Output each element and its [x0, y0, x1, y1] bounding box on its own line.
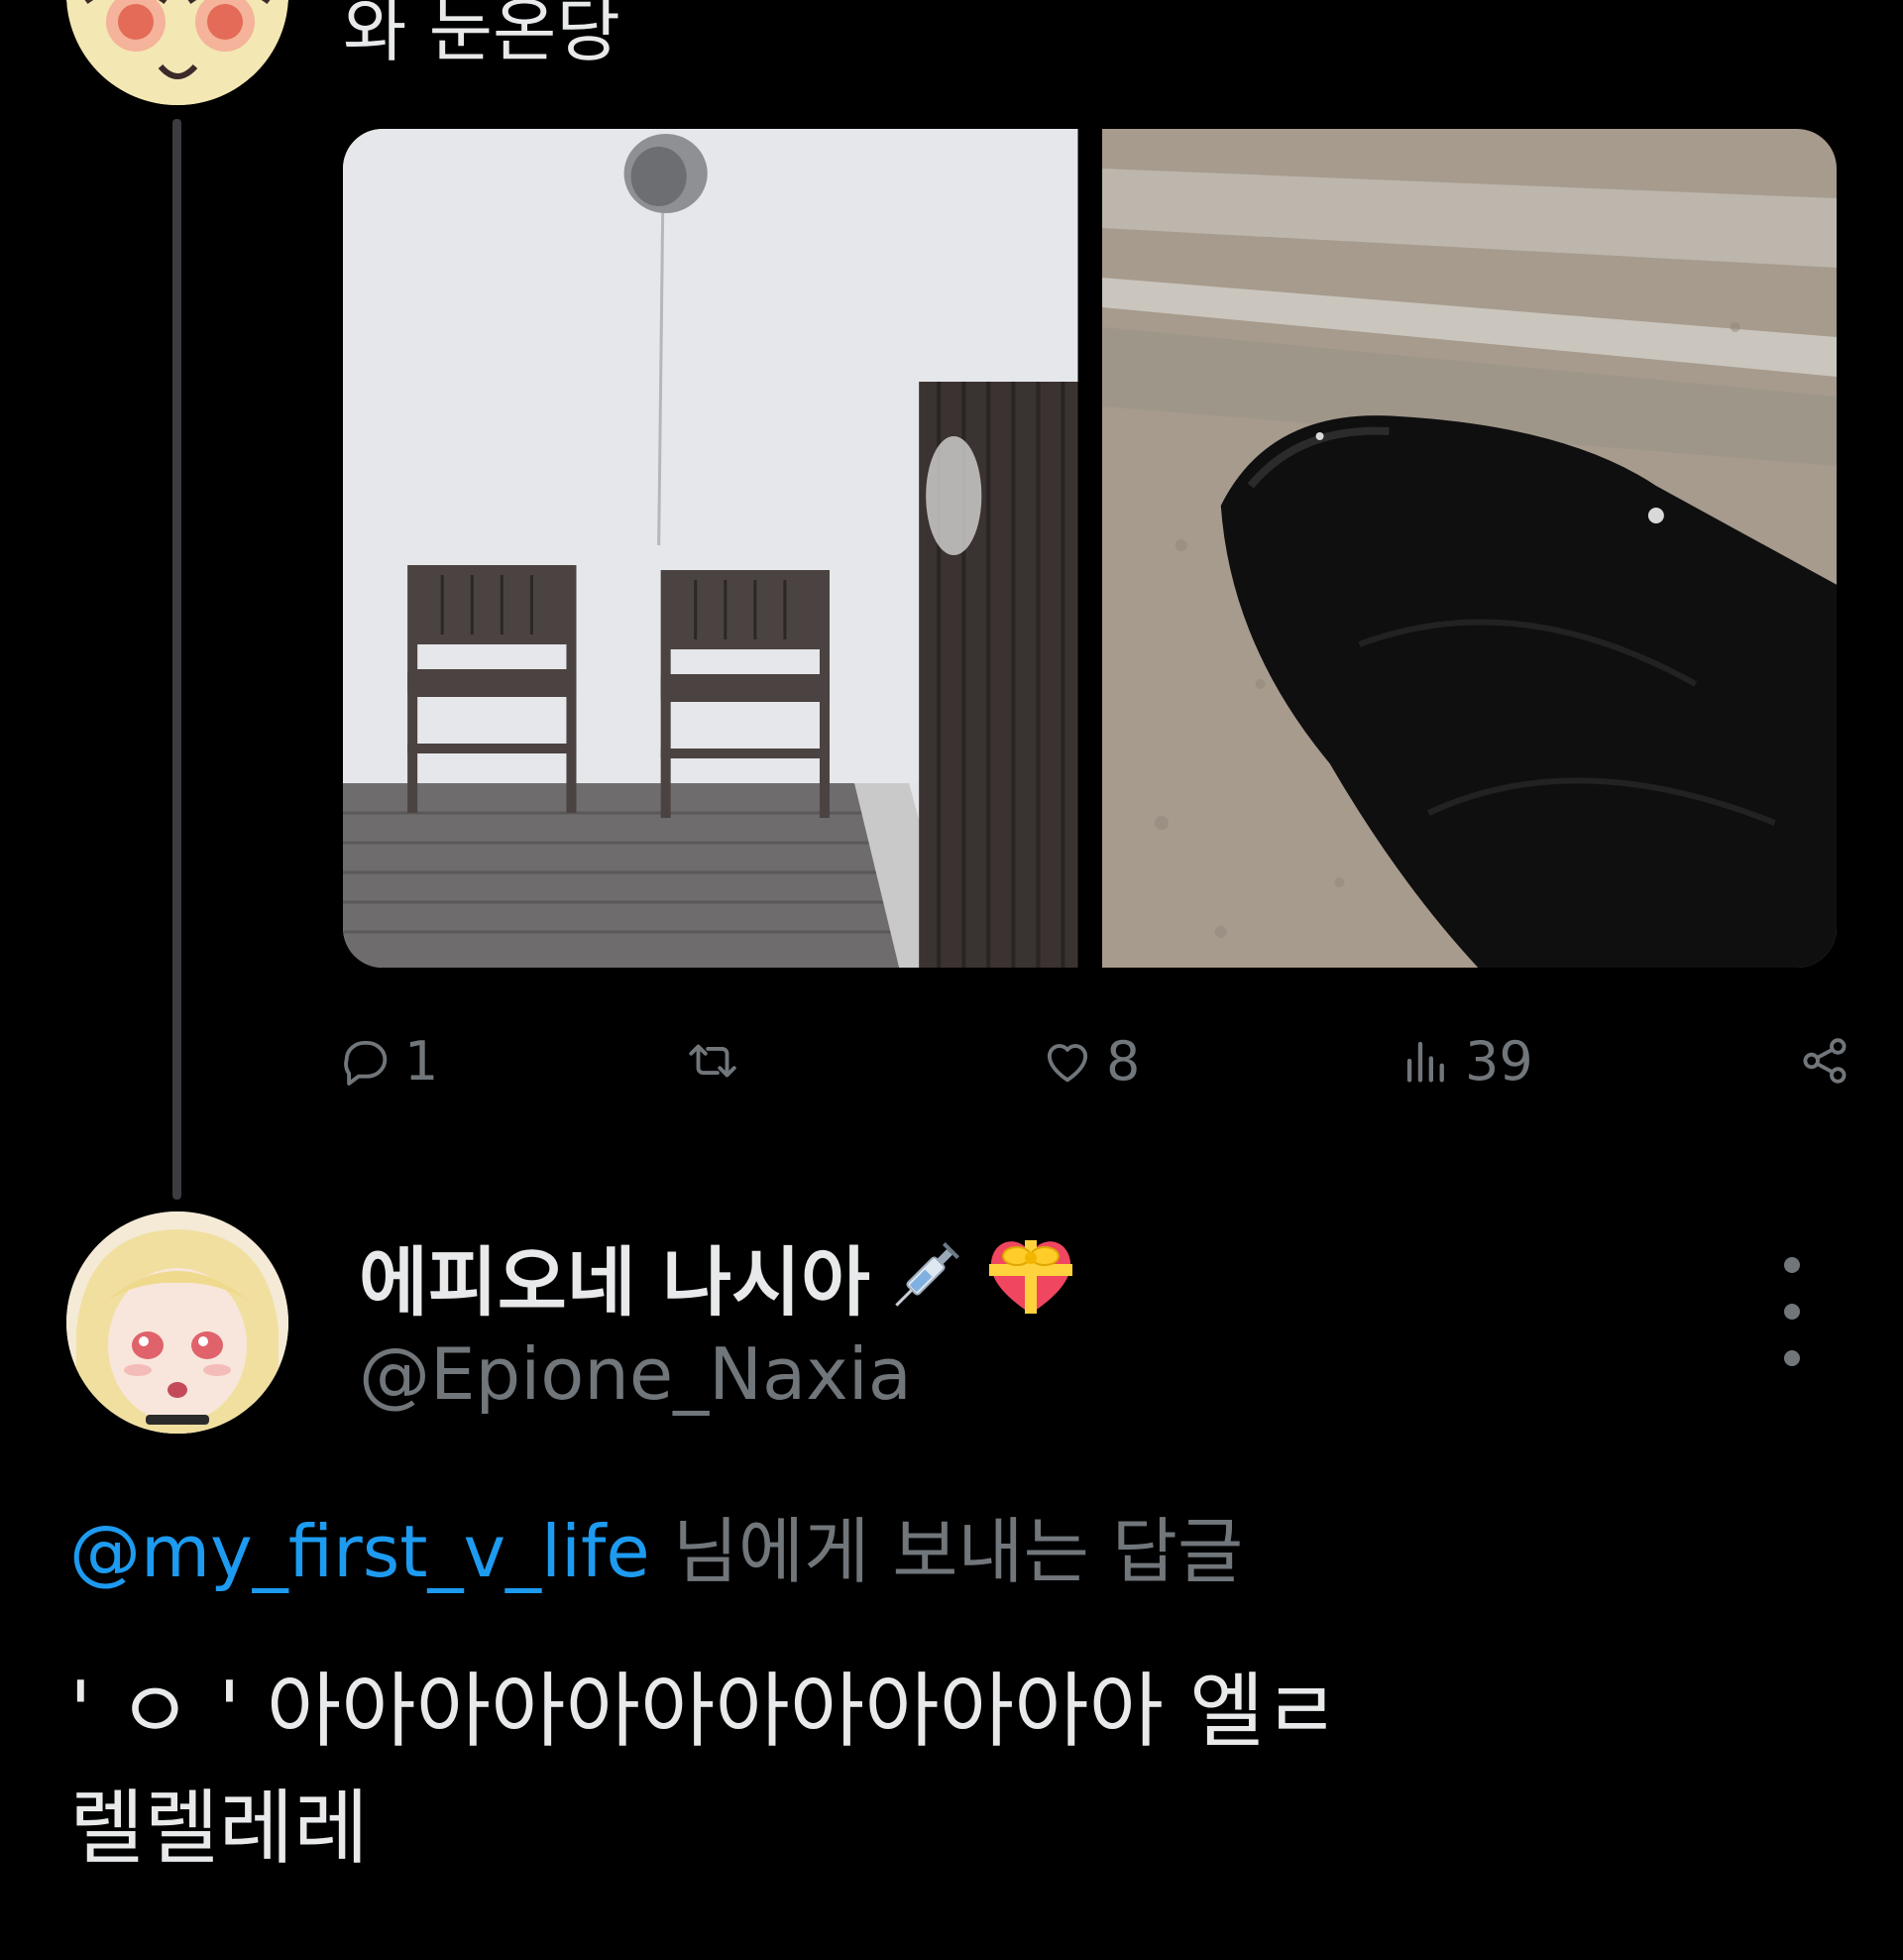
analytics-icon — [1406, 1041, 1444, 1083]
more-options-button[interactable] — [1764, 1257, 1820, 1366]
heart-icon — [1047, 1044, 1088, 1083]
retweet-icon — [689, 1044, 736, 1078]
tweet-text-line: ' ㅇ ' 아아아아아아아아아아아아 엘ㄹ — [69, 1665, 1339, 1759]
more-dot-icon — [1784, 1257, 1800, 1273]
replying-to-mention[interactable]: @my_first_v_life — [69, 1510, 650, 1593]
photo-chairs-image — [343, 129, 1078, 968]
tweet-photo-chairs[interactable] — [343, 129, 1078, 968]
like-button[interactable]: 8 — [1039, 1021, 1140, 1100]
avatar-illustration — [66, 0, 288, 105]
user-handle[interactable]: @Epione_Naxia — [359, 1332, 912, 1416]
tweet-text: 와 눈온당 — [343, 0, 620, 71]
avatar-illustration — [66, 1211, 288, 1434]
reply-icon — [344, 1040, 388, 1086]
tweet-action-bar: 1 8 39 — [337, 1021, 1853, 1100]
more-dot-icon — [1784, 1350, 1800, 1366]
avatar[interactable] — [66, 1211, 288, 1434]
media-grid — [343, 129, 1837, 968]
tweet-photo-sleeve[interactable] — [1101, 129, 1837, 968]
display-name[interactable]: 에피오네 나시아 — [359, 1221, 1080, 1330]
view-count: 39 — [1465, 1029, 1533, 1093]
photo-sleeve-image — [1101, 129, 1837, 968]
reply-button[interactable]: 1 — [337, 1021, 438, 1100]
more-dot-icon — [1784, 1304, 1800, 1320]
thread-connector-line — [172, 119, 181, 1200]
tweet-text: ' ㅇ ' 아아아아아아아아아아아아 엘ㄹ 렐렐레레 — [69, 1654, 1616, 1888]
retweet-button[interactable] — [684, 1021, 751, 1100]
share-button[interactable] — [1796, 1021, 1853, 1100]
syringe-icon — [895, 1242, 959, 1307]
tweet-text-line: 렐렐레레 — [69, 1782, 369, 1876]
replying-to-suffix: 님에게 보내는 답글 — [649, 1510, 1244, 1593]
reply-count: 1 — [404, 1029, 439, 1093]
replying-to-label: @my_first_v_life 님에게 보내는 답글 — [69, 1493, 1243, 1597]
avatar[interactable] — [66, 0, 288, 105]
heart-with-ribbon-icon — [988, 1240, 1072, 1314]
display-name-text: 에피오네 나시아 — [359, 1238, 870, 1326]
views-button[interactable]: 39 — [1398, 1021, 1533, 1100]
share-icon — [1803, 1038, 1847, 1084]
like-count: 8 — [1106, 1029, 1141, 1093]
